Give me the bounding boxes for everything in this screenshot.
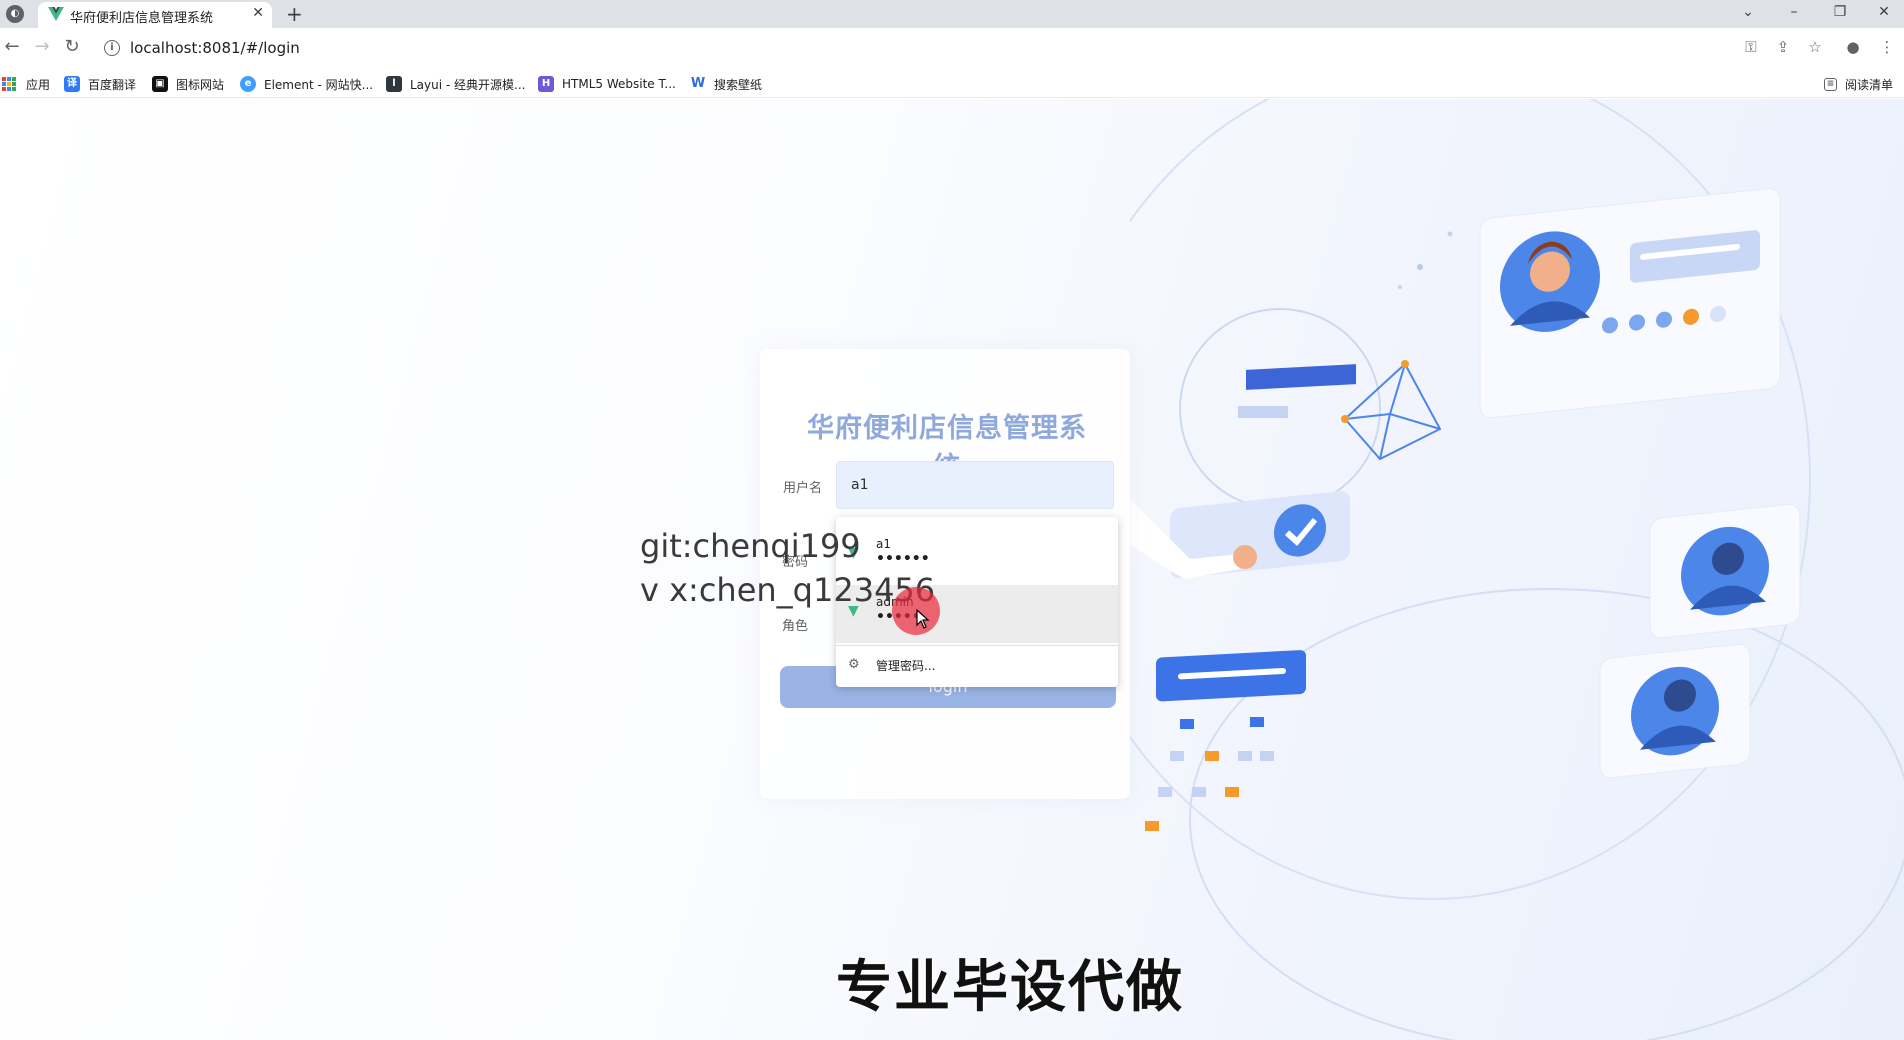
autofill-divider — [836, 645, 1118, 646]
watermark-wechat: v x:chen_q123456 — [640, 571, 936, 609]
reading-list[interactable]: ≡ 阅读清单 — [1824, 75, 1893, 93]
url-text[interactable]: localhost:8081/#/login — [130, 39, 300, 57]
restore-button[interactable]: ❐ — [1820, 0, 1860, 24]
username-input[interactable]: a1 — [836, 461, 1114, 509]
page-viewport: 华府便利店信息管理系统 用户名 a1 密码 角色 login ▼ a1 ••••… — [0, 99, 1904, 1040]
watermark-bottom: 专业毕设代做 — [836, 955, 1184, 1020]
bookmark-label: 应用 — [26, 77, 51, 92]
tab-search-icon[interactable]: ◐ — [6, 5, 24, 23]
bookmark-label: Layui - 经典开源模... — [410, 77, 526, 92]
wallpaper-search-icon: W — [690, 76, 706, 92]
autofill-password-mask: •••••• — [876, 551, 930, 567]
manage-passwords-label: 管理密码... — [876, 659, 936, 673]
tab-title: 华府便利店信息管理系统 — [70, 11, 214, 26]
radar-chart — [1343, 362, 1442, 461]
minimize-button[interactable]: – — [1774, 0, 1814, 24]
html5-template-icon: H — [538, 76, 554, 92]
menu-kebab-icon[interactable]: ⋮ — [1876, 38, 1898, 56]
reload-icon[interactable]: ↻ — [60, 36, 84, 57]
apps-grid-icon — [2, 77, 16, 91]
password-key-icon[interactable]: ⚿ — [1740, 38, 1762, 56]
close-window-button[interactable]: ✕ — [1864, 0, 1904, 24]
icon-site-icon: ▣ — [152, 76, 168, 92]
bookmark-label: 搜索壁纸 — [714, 77, 763, 92]
bookmark-html5-template[interactable]: H HTML5 Website T... — [538, 75, 676, 93]
layui-icon: l — [386, 76, 402, 92]
autofill-username: a1 — [876, 537, 891, 551]
bookmark-star-icon[interactable]: ☆ — [1804, 38, 1826, 56]
profile-card-top — [1479, 188, 1781, 419]
tab-close-icon[interactable]: ✕ — [252, 5, 264, 21]
reading-list-label: 阅读清单 — [1845, 77, 1894, 92]
bookmark-icon-site[interactable]: ▣ 图标网站 — [152, 75, 224, 93]
role-label: 角色 — [781, 619, 808, 634]
watermark-git: git:chenqi199 — [640, 527, 861, 565]
reading-list-icon: ≡ — [1824, 77, 1837, 91]
bookmark-layui[interactable]: l Layui - 经典开源模... — [386, 75, 525, 93]
bookmark-label: 百度翻译 — [88, 77, 137, 92]
profile-card-right — [1649, 503, 1801, 639]
share-icon[interactable]: ⇪ — [1772, 38, 1794, 56]
new-tab-button[interactable]: + — [286, 2, 303, 26]
site-info-icon[interactable]: i — [104, 40, 120, 56]
bookmark-apps[interactable]: 应用 — [2, 75, 50, 93]
bookmark-label: 图标网站 — [176, 77, 225, 92]
element-icon: e — [240, 76, 256, 92]
bookmark-label: HTML5 Website T... — [562, 77, 676, 91]
browser-toolbar: ← → ↻ i localhost:8081/#/login ⚿ ⇪ ☆ ● ⋮ — [0, 28, 1904, 68]
gear-icon: ⚙ — [848, 657, 860, 672]
address-bar[interactable]: i localhost:8081/#/login — [96, 32, 1876, 64]
profile-card-bottom — [1599, 643, 1751, 779]
tab-list-chevron-icon[interactable]: ⌄ — [1728, 0, 1768, 24]
manage-passwords-option[interactable]: ⚙ 管理密码... — [836, 647, 1118, 683]
mouse-cursor-icon — [916, 609, 930, 629]
login-illustration — [1130, 99, 1904, 1040]
back-arrow-icon[interactable]: ← — [0, 36, 24, 57]
browser-tab-bar: ◐ 华府便利店信息管理系统 ✕ + ⌄ – ❐ ✕ — [0, 0, 1904, 28]
username-label: 用户名 — [782, 481, 822, 496]
bookmark-wallpaper-search[interactable]: W 搜索壁纸 — [690, 75, 762, 93]
browser-tab-active[interactable]: 华府便利店信息管理系统 ✕ — [38, 2, 272, 28]
profile-avatar-icon[interactable]: ● — [1842, 38, 1864, 56]
bookmark-label: Element - 网站快... — [264, 77, 374, 92]
bookmark-baidu-translate[interactable]: 译 百度翻译 — [64, 75, 136, 93]
forward-arrow-icon[interactable]: → — [30, 36, 54, 57]
vue-favicon-icon — [48, 7, 64, 21]
bookmark-element[interactable]: e Element - 网站快... — [240, 75, 373, 93]
baidu-translate-icon: 译 — [64, 76, 80, 92]
bookmarks-bar: 应用 译 百度翻译 ▣ 图标网站 e Element - 网站快... l La… — [0, 68, 1904, 98]
